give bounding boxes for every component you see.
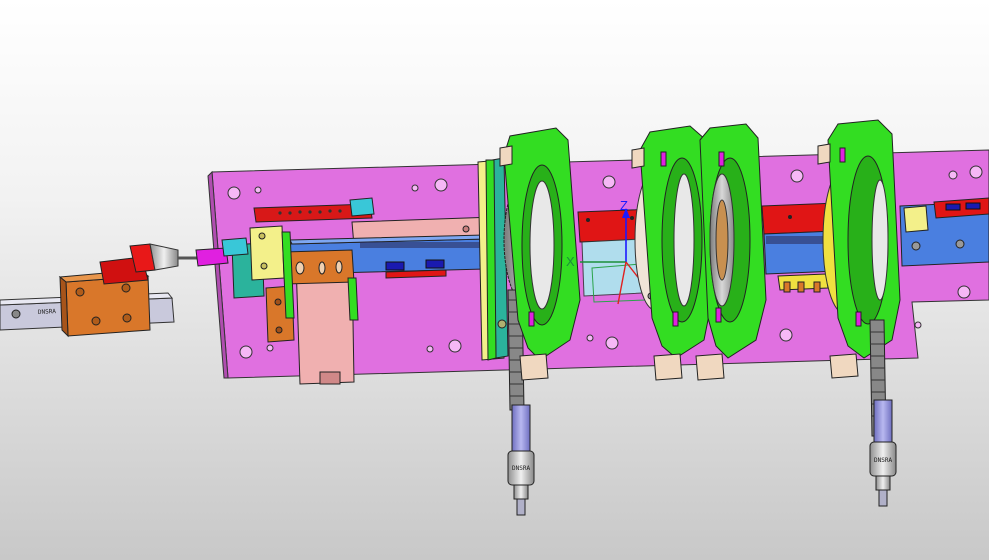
svg-text:DNSRA: DNSRA: [38, 308, 57, 316]
column-assembly-1[interactable]: [477, 157, 509, 361]
cad-model-canvas[interactable]: DNSRA DNSRA Z X DNSRA: [0, 0, 989, 560]
svg-text:DNSRA: DNSRA: [874, 457, 892, 464]
svg-text:DNSRA: DNSRA: [512, 465, 530, 472]
cad-3d-viewport[interactable]: DNSRA DNSRA Z X DNSRA: [0, 0, 989, 560]
actuator-rod-2[interactable]: DNSRA: [869, 399, 897, 507]
actuator-rod-1[interactable]: DNSRA: [507, 404, 535, 516]
triad-x-label: X: [566, 254, 575, 269]
triad-z-label: Z: [620, 198, 628, 213]
right-end-assembly[interactable]: [899, 197, 989, 267]
red-cylinder-block[interactable]: [99, 243, 198, 285]
